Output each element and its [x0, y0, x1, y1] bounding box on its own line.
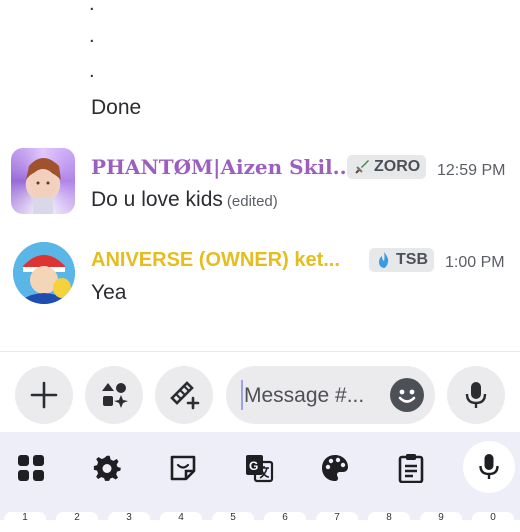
- keyboard-apps-button[interactable]: [11, 448, 51, 488]
- apps-icon: [102, 383, 128, 408]
- keyboard-key[interactable]: 7: [316, 512, 358, 532]
- keyboard-key[interactable]: 9: [420, 512, 462, 532]
- keyboard-key[interactable]: 4: [160, 512, 202, 532]
- emoji-button[interactable]: [390, 378, 424, 412]
- microphone-icon: [465, 382, 487, 408]
- anime-character-avatar-icon: [26, 158, 61, 214]
- keyboard-translate-button[interactable]: G: [239, 448, 279, 488]
- username[interactable]: ANIVERSE (OWNER) ket...: [91, 249, 340, 272]
- blue-flame-icon: [379, 252, 389, 268]
- keyboard-settings-button[interactable]: [87, 448, 127, 488]
- keyboard-key[interactable]: 5: [212, 512, 254, 532]
- ellipsis-dot: .: [89, 0, 95, 15]
- settings-gear-icon: [93, 455, 121, 481]
- role-tag[interactable]: TSB: [369, 248, 434, 272]
- role-tag[interactable]: ZORO: [347, 155, 427, 179]
- message-text: Done: [91, 96, 142, 119]
- keyboard-key[interactable]: 1: [4, 512, 46, 532]
- tag-label: TSB: [396, 251, 428, 268]
- message-body: Do u love kids: [91, 188, 223, 211]
- timestamp: 1:00 PM: [445, 254, 505, 271]
- keyboard-voice-button[interactable]: [463, 441, 515, 493]
- username[interactable]: PHANTØM|Aizen Skil...: [91, 155, 354, 179]
- keyboard-key[interactable]: 8: [368, 512, 410, 532]
- add-attachment-button[interactable]: [15, 366, 73, 424]
- message-text: Yea: [91, 281, 127, 304]
- plus-icon: [30, 381, 58, 409]
- pokemon-trainer-avatar-icon: [13, 242, 75, 304]
- keyboard-clipboard-button[interactable]: [391, 448, 431, 488]
- voice-message-button[interactable]: [447, 366, 505, 424]
- edited-label: (edited): [226, 193, 278, 210]
- clipboard-icon: [398, 454, 424, 483]
- keyboard-sticker-button[interactable]: [163, 448, 203, 488]
- divider: [0, 351, 520, 352]
- svg-text:G: G: [249, 459, 258, 473]
- palette-icon: [322, 455, 348, 481]
- microphone-icon: [479, 454, 499, 479]
- emoji-icon: [398, 389, 416, 403]
- avatar[interactable]: [11, 148, 75, 214]
- sticker-icon: [170, 455, 196, 481]
- keyboard-key[interactable]: 0: [472, 512, 514, 532]
- keyboard-key[interactable]: 6: [264, 512, 306, 532]
- message-input[interactable]: [242, 380, 376, 412]
- message-text: Do u love kids (edited): [91, 188, 278, 212]
- ellipsis-dot: .: [89, 60, 95, 82]
- avatar[interactable]: [13, 242, 75, 304]
- sword-icon: [355, 160, 369, 174]
- translate-icon: G: [246, 455, 274, 483]
- message-input-container[interactable]: [226, 366, 435, 424]
- apps-button[interactable]: [85, 366, 143, 424]
- ellipsis-dot: .: [89, 25, 95, 47]
- tag-label: ZORO: [374, 158, 421, 175]
- gift-sparkle-icon: [170, 381, 200, 410]
- gift-button[interactable]: [155, 366, 213, 424]
- grid-apps-icon: [18, 455, 44, 481]
- timestamp: 12:59 PM: [437, 162, 506, 179]
- keyboard-key[interactable]: 3: [108, 512, 150, 532]
- keyboard-key[interactable]: 2: [56, 512, 98, 532]
- keyboard-theme-button[interactable]: [315, 448, 355, 488]
